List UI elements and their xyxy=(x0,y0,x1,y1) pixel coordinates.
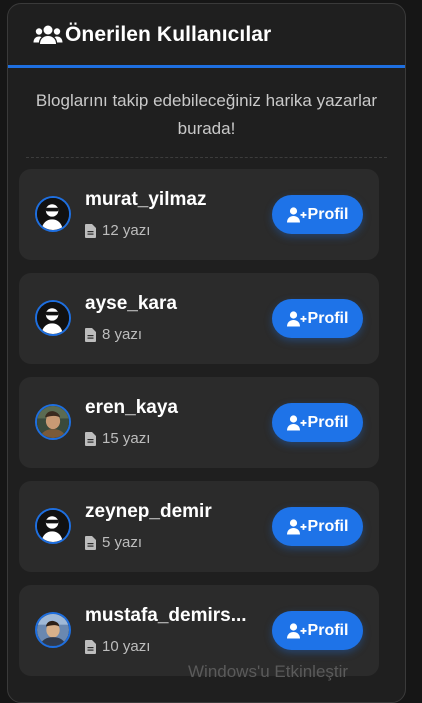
panel-header: Önerilen Kullanıcılar xyxy=(8,4,405,68)
user-plus-icon xyxy=(286,206,307,223)
file-icon xyxy=(85,327,96,342)
profile-button-label: Profil xyxy=(307,517,349,535)
post-count-label: 15 yazı xyxy=(102,430,151,447)
post-count-label: 12 yazı xyxy=(102,222,151,239)
profile-button[interactable]: Profil xyxy=(272,611,363,650)
profile-button[interactable]: Profil xyxy=(272,299,363,338)
photo-avatar[interactable] xyxy=(35,404,71,440)
post-count: 8 yazı xyxy=(85,326,142,343)
profile-button-label: Profil xyxy=(307,621,349,639)
post-count: 5 yazı xyxy=(85,534,142,551)
profile-button[interactable]: Profil xyxy=(272,507,363,546)
default-avatar-icon[interactable] xyxy=(35,300,71,336)
user-plus-icon xyxy=(286,310,307,327)
users-icon xyxy=(33,24,63,46)
profile-button[interactable]: Profil xyxy=(272,195,363,234)
username[interactable]: zeynep_demir xyxy=(85,501,267,523)
post-count-label: 10 yazı xyxy=(102,638,151,655)
photo-avatar[interactable] xyxy=(35,612,71,648)
username[interactable]: mustafa_demirs... xyxy=(85,605,267,627)
profile-button-label: Profil xyxy=(307,413,349,431)
user-card: murat_yilmaz 12 yazı Profil xyxy=(19,169,379,260)
default-avatar-icon[interactable] xyxy=(35,196,71,232)
user-plus-icon xyxy=(286,414,307,431)
username[interactable]: eren_kaya xyxy=(85,397,267,419)
user-card: zeynep_demir 5 yazı Profil xyxy=(19,481,379,572)
file-icon xyxy=(85,535,96,550)
username[interactable]: ayse_kara xyxy=(85,293,267,315)
file-icon xyxy=(85,431,96,446)
activation-watermark: Windows'u Etkinleştir xyxy=(188,662,349,681)
user-list: murat_yilmaz 12 yazı Profil ayse_kara 8 … xyxy=(19,169,379,689)
user-card: ayse_kara 8 yazı Profil xyxy=(19,273,379,364)
post-count: 15 yazı xyxy=(85,430,150,447)
profile-button-label: Profil xyxy=(307,309,349,327)
default-avatar-icon[interactable] xyxy=(35,508,71,544)
user-plus-icon xyxy=(286,518,307,535)
username[interactable]: murat_yilmaz xyxy=(85,189,267,211)
file-icon xyxy=(85,223,96,238)
profile-button-label: Profil xyxy=(307,205,349,223)
post-count: 10 yazı xyxy=(85,638,150,655)
file-icon xyxy=(85,639,96,654)
post-count-label: 8 yazı xyxy=(102,326,143,343)
post-count-label: 5 yazı xyxy=(102,534,143,551)
user-plus-icon xyxy=(286,622,307,639)
post-count: 12 yazı xyxy=(85,222,150,239)
user-card: eren_kaya 15 yazı Profil xyxy=(19,377,379,468)
profile-button[interactable]: Profil xyxy=(272,403,363,442)
panel-subtitle: Bloglarını takip edebileceğiniz harika y… xyxy=(26,87,387,158)
panel-title: Önerilen Kullanıcılar xyxy=(65,22,272,46)
